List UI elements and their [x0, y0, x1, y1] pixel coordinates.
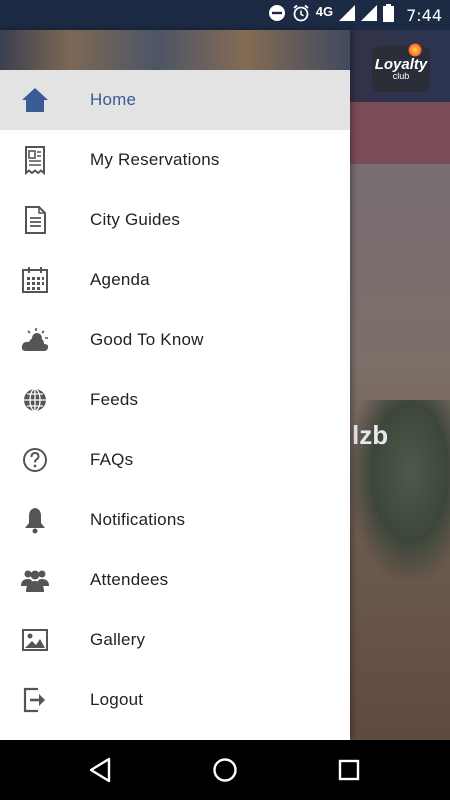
status-bar: 4G 7:44: [0, 0, 450, 30]
drawer-item-home[interactable]: Home: [0, 70, 350, 130]
drawer-item-faqs[interactable]: FAQs: [0, 430, 350, 490]
weather-cloud-icon: [18, 323, 52, 357]
home-nav-button[interactable]: [209, 755, 241, 785]
recents-button[interactable]: [333, 755, 365, 785]
logout-icon: [18, 683, 52, 717]
reservations-icon: [18, 143, 52, 177]
drawer-item-label: Feeds: [90, 390, 139, 409]
drawer-item-notifications[interactable]: Notifications: [0, 490, 350, 550]
navigation-drawer: Home My Reservations City Guides Agenda: [0, 30, 350, 740]
battery-icon: [383, 4, 395, 26]
signal-icon: [339, 5, 356, 25]
system-navigation-bar: [0, 740, 450, 800]
signal-icon: [361, 5, 378, 25]
drawer-item-label: Agenda: [90, 270, 150, 289]
drawer-item-label: Gallery: [90, 630, 146, 649]
drawer-item-label: Good To Know: [90, 330, 204, 349]
drawer-item-label: City Guides: [90, 210, 181, 229]
back-triangle-icon: [89, 757, 111, 783]
home-icon: [18, 83, 52, 117]
drawer-item-good-to-know[interactable]: Good To Know: [0, 310, 350, 370]
drawer-item-gallery[interactable]: Gallery: [0, 610, 350, 670]
drawer-item-label: My Reservations: [90, 150, 220, 169]
drawer-item-my-reservations[interactable]: My Reservations: [0, 130, 350, 190]
do-not-disturb-icon: [268, 4, 286, 26]
home-circle-icon: [213, 758, 237, 782]
drawer-item-label: Notifications: [90, 510, 186, 529]
drawer-item-agenda[interactable]: Agenda: [0, 250, 350, 310]
drawer-item-feeds[interactable]: Feeds: [0, 370, 350, 430]
drawer-menu: Home My Reservations City Guides Agenda: [0, 70, 350, 730]
status-icons: 4G 7:44: [268, 0, 442, 30]
loyalty-club-logo: Loyalty club: [372, 43, 430, 92]
drawer-item-logout[interactable]: Logout: [0, 670, 350, 730]
drawer-item-label: Home: [90, 90, 137, 109]
drawer-item-city-guides[interactable]: City Guides: [0, 190, 350, 250]
calendar-icon: [18, 263, 52, 297]
background-overlay-text: lzb: [352, 420, 389, 450]
network-type: 4G: [315, 3, 334, 19]
drawer-item-label: Logout: [90, 690, 144, 709]
drawer-header-image: [0, 30, 350, 70]
drawer-item-label: Attendees: [90, 570, 169, 589]
drawer-item-attendees[interactable]: Attendees: [0, 550, 350, 610]
image-icon: [18, 623, 52, 657]
document-icon: [18, 203, 52, 237]
clock: 7:44: [406, 5, 442, 25]
drawer-item-label: FAQs: [90, 450, 134, 469]
recents-square-icon: [338, 759, 360, 781]
sparkle-icon: [408, 43, 422, 57]
globe-icon: [18, 383, 52, 417]
question-icon: [18, 443, 52, 477]
back-button[interactable]: [84, 755, 116, 785]
alarm-icon: [292, 4, 310, 26]
bell-icon: [18, 503, 52, 537]
people-icon: [18, 563, 52, 597]
